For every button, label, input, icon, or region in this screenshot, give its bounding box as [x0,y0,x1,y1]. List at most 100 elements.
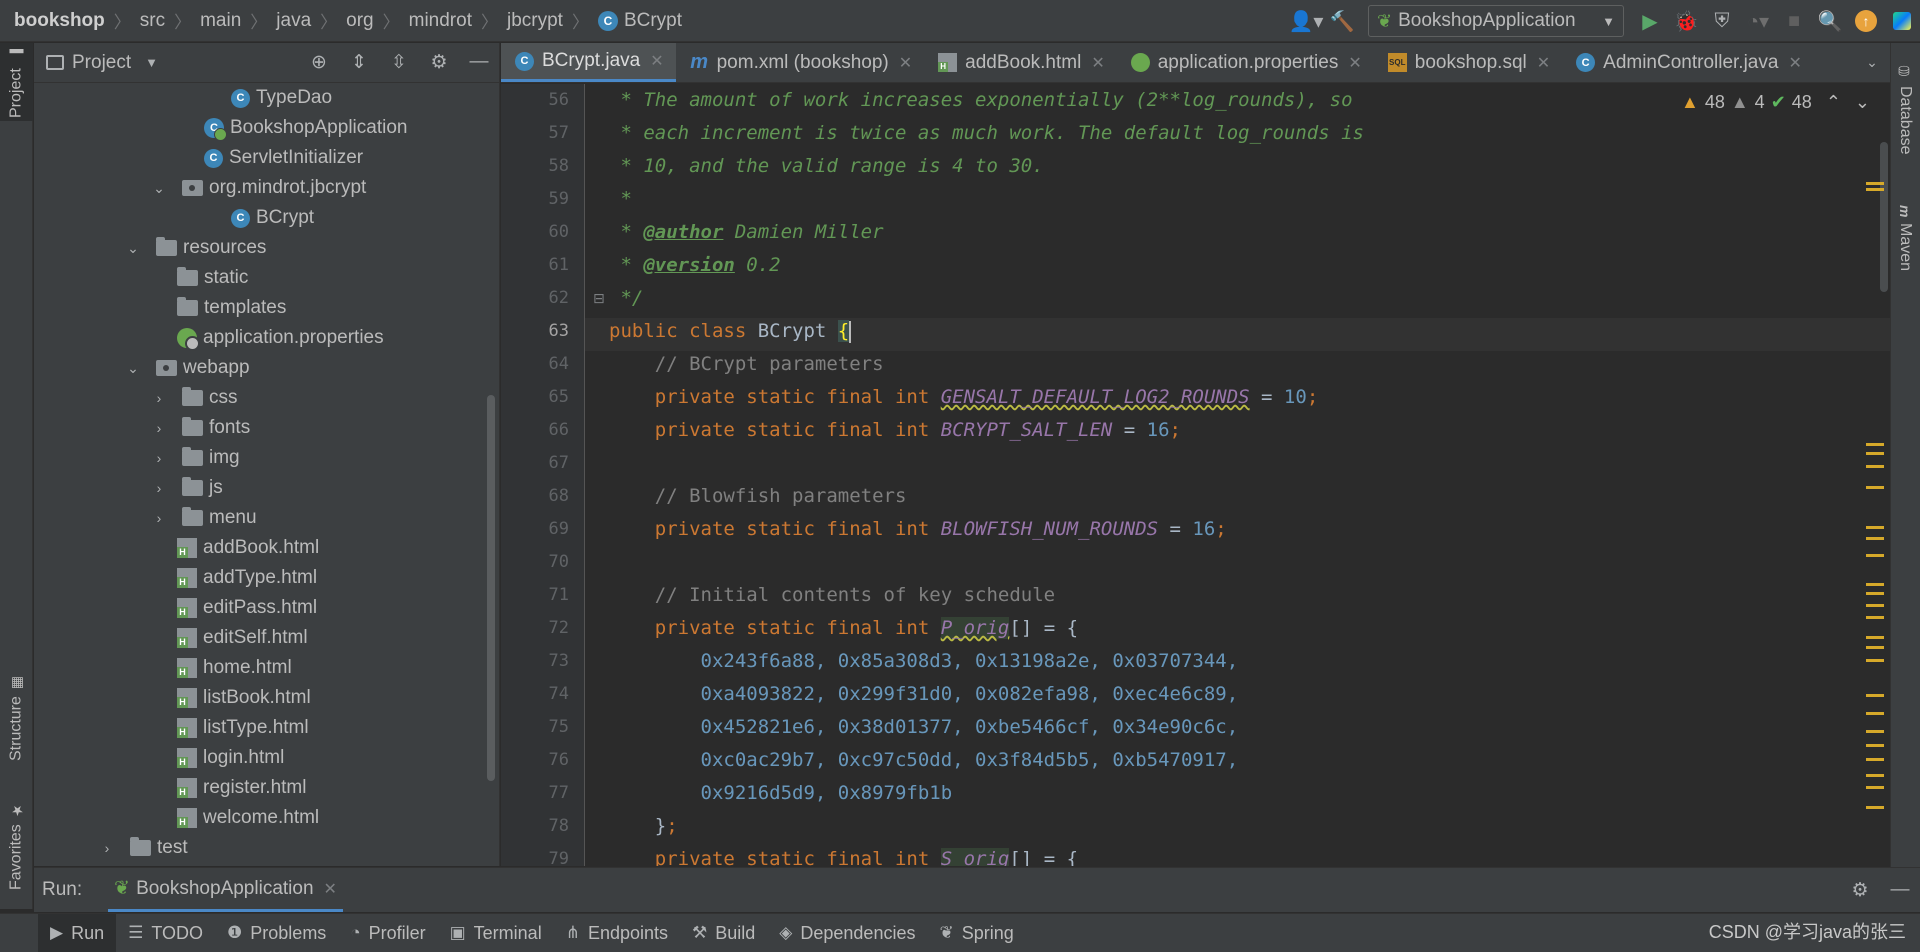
breadcrumb-mindrot[interactable]: mindrot [409,10,472,32]
warning-marker[interactable] [1866,583,1884,586]
tree-item[interactable]: welcome.html [34,803,499,833]
tab-terminal[interactable]: ▣ Terminal [438,914,554,952]
breadcrumb-main[interactable]: main [200,10,241,32]
tab-admincontroller-java[interactable]: C AdminController.java ✕ [1562,43,1814,82]
tree-item[interactable]: application.properties [34,323,499,353]
search-icon[interactable]: 🔍 [1812,0,1848,42]
jetbrains-toolbox-icon[interactable] [1884,0,1920,42]
breadcrumb-project[interactable]: bookshop [14,10,105,32]
chevron-down-icon[interactable]: ⌄ [122,240,144,257]
code-editor[interactable]: 56 57 58 59 60 61 62 63 64 65 66 67 68 6… [501,84,1890,866]
build-hammer-icon[interactable]: 🔨 [1324,0,1360,42]
tab-endpoints[interactable]: ⋔ Endpoints [554,914,680,952]
expand-all-icon[interactable]: ⇕ [339,51,379,74]
close-icon[interactable]: ✕ [1788,53,1801,73]
close-icon[interactable]: ✕ [650,51,663,71]
warning-marker[interactable] [1866,182,1884,185]
favorites-tool-tab[interactable]: Favorites ★ [0,791,33,901]
chevron-right-icon[interactable]: › [148,390,170,406]
run-configuration-selector[interactable]: ❦ BookshopApplication ▼ [1368,5,1624,37]
warning-marker[interactable] [1866,730,1884,733]
breadcrumb-src[interactable]: src [140,10,165,32]
chevron-down-icon[interactable]: ⌄ [1854,43,1890,82]
tree-item[interactable]: listType.html [34,713,499,743]
warning-marker[interactable] [1866,646,1884,649]
profiler-icon[interactable]: ◔▾ [1740,0,1776,42]
chevron-down-icon[interactable]: ▼ [145,55,158,70]
tab-addbook-html[interactable]: addBook.html ✕ [924,43,1117,82]
locate-file-icon[interactable]: ⊕ [299,51,339,74]
tree-item[interactable]: › menu [34,503,499,533]
chevron-right-icon[interactable]: › [148,510,170,526]
breadcrumb-jbcrypt[interactable]: jbcrypt [507,10,563,32]
chevron-up-icon[interactable]: ⌃ [1826,92,1841,113]
close-icon[interactable]: ✕ [899,53,912,73]
tree-scrollbar[interactable] [487,395,495,781]
close-icon[interactable]: ✕ [1537,53,1550,73]
maven-tool-tab[interactable]: m Maven [1890,183,1920,293]
warning-marker[interactable] [1866,786,1884,789]
warning-marker[interactable] [1866,443,1884,446]
tree-item[interactable]: editPass.html [34,593,499,623]
project-title[interactable]: Project [72,52,131,74]
tab-dependencies[interactable]: ◈ Dependencies [767,914,927,952]
gear-icon[interactable]: ⚙ [419,51,459,74]
tree-item[interactable]: register.html [34,773,499,803]
chevron-down-icon[interactable]: ⌄ [148,180,170,197]
warning-marker[interactable] [1866,486,1884,489]
database-tool-tab[interactable]: ⛁ Database [1890,49,1920,169]
warning-marker[interactable] [1866,659,1884,662]
tab-spring[interactable]: ❦ Spring [927,914,1025,952]
warning-marker[interactable] [1866,758,1884,761]
tree-item[interactable]: templates [34,293,499,323]
tab-problems[interactable]: ❶ Problems [215,914,338,952]
warning-marker[interactable] [1866,188,1884,191]
user-account-icon[interactable]: 👤▾ [1288,0,1324,42]
breadcrumb-bcrypt[interactable]: BCrypt [624,10,682,32]
tab-run[interactable]: ▶ Run [38,914,117,952]
hide-icon[interactable]: — [459,51,499,74]
warning-marker[interactable] [1866,712,1884,715]
tree-item[interactable]: static [34,263,499,293]
warning-marker[interactable] [1866,806,1884,809]
tree-item[interactable]: C BookshopApplication [34,113,499,143]
breadcrumb-org[interactable]: org [346,10,373,32]
tree-item[interactable]: ⌄ webapp [34,353,499,383]
warning-marker[interactable] [1866,465,1884,468]
breadcrumb-java[interactable]: java [276,10,311,32]
tab-bcrypt-java[interactable]: C BCrypt.java ✕ [501,43,676,82]
tree-item[interactable]: C TypeDao [34,83,499,113]
warning-marker[interactable] [1866,526,1884,529]
run-icon[interactable]: ▶ [1632,0,1668,42]
warning-marker[interactable] [1866,592,1884,595]
tree-item[interactable]: › css [34,383,499,413]
error-stripe[interactable] [1860,84,1890,866]
chevron-right-icon[interactable]: › [148,450,170,466]
hide-icon[interactable]: — [1880,879,1920,902]
chevron-down-icon[interactable]: ⌄ [122,360,144,377]
tree-item[interactable]: addBook.html [34,533,499,563]
chevron-right-icon[interactable]: › [148,420,170,436]
warning-marker[interactable] [1866,537,1884,540]
editor-scrollbar[interactable] [1880,142,1888,292]
chevron-right-icon[interactable]: › [148,480,170,496]
tree-item[interactable]: listBook.html [34,683,499,713]
tree-item[interactable]: C ServletInitializer [34,143,499,173]
tree-item[interactable]: addType.html [34,563,499,593]
tab-application-properties[interactable]: application.properties ✕ [1117,43,1374,82]
tab-pom-xml[interactable]: m pom.xml (bookshop) ✕ [676,43,925,82]
close-icon[interactable]: ✕ [1091,53,1104,73]
warning-marker[interactable] [1866,616,1884,619]
stop-icon[interactable]: ■ [1776,0,1812,42]
tree-item[interactable]: › img [34,443,499,473]
warning-marker[interactable] [1866,694,1884,697]
collapse-all-icon[interactable]: ⇳ [379,51,419,74]
tree-item[interactable]: home.html [34,653,499,683]
warning-marker[interactable] [1866,774,1884,777]
debug-icon[interactable]: 🐞 [1668,0,1704,42]
warning-marker[interactable] [1866,744,1884,747]
tree-item[interactable]: ⌄ org.mindrot.jbcrypt [34,173,499,203]
fold-icon[interactable]: ⊟ [593,290,605,307]
tree-item[interactable]: editSelf.html [34,623,499,653]
close-icon[interactable]: ✕ [324,879,337,899]
